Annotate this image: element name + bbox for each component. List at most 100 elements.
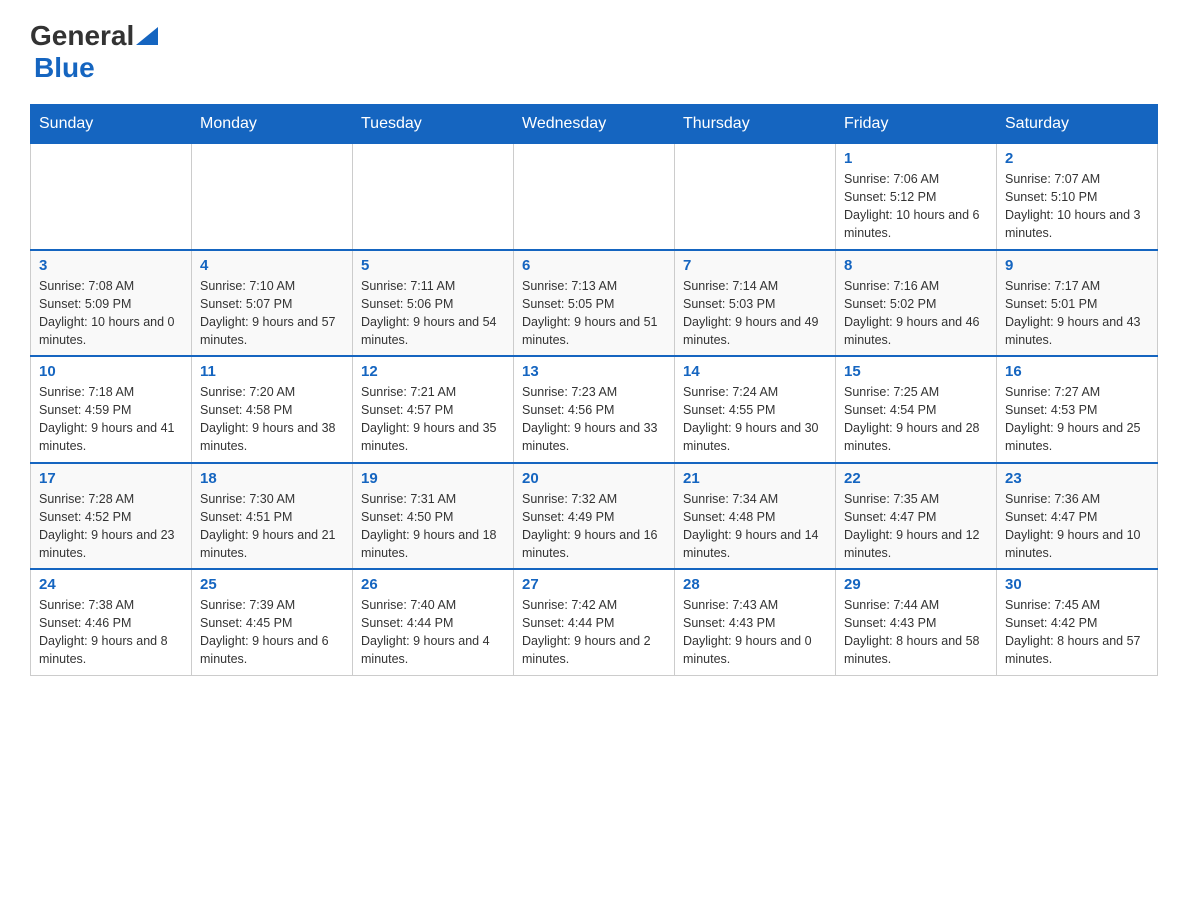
- calendar-day-cell: 21Sunrise: 7:34 AM Sunset: 4:48 PM Dayli…: [675, 463, 836, 570]
- day-number: 22: [844, 470, 988, 487]
- day-sun-info: Sunrise: 7:28 AM Sunset: 4:52 PM Dayligh…: [39, 490, 183, 563]
- weekday-header-sunday: Sunday: [31, 105, 192, 144]
- day-sun-info: Sunrise: 7:44 AM Sunset: 4:43 PM Dayligh…: [844, 596, 988, 669]
- day-sun-info: Sunrise: 7:21 AM Sunset: 4:57 PM Dayligh…: [361, 383, 505, 456]
- day-sun-info: Sunrise: 7:06 AM Sunset: 5:12 PM Dayligh…: [844, 170, 988, 243]
- calendar-day-cell: [192, 144, 353, 250]
- day-number: 3: [39, 257, 183, 274]
- calendar-day-cell: 17 Sunrise: 7:28 AM Sunset: 4:52 PM Dayli…: [31, 463, 192, 570]
- day-sun-info: Sunrise: 7:27 AM Sunset: 4:53 PM Dayligh…: [1005, 383, 1149, 456]
- day-number: 13: [522, 363, 666, 380]
- day-sun-info: Sunrise: 7:45 AM Sunset: 4:42 PM Dayligh…: [1005, 596, 1149, 669]
- day-number: 17: [39, 470, 183, 487]
- day-number: 19: [361, 470, 505, 487]
- day-number: 2: [1005, 150, 1149, 167]
- day-sun-info: Sunrise: 7:20 AM Sunset: 4:58 PM Dayligh…: [200, 383, 344, 456]
- day-sun-info: Sunrise: 7:43 AM Sunset: 4:43 PM Dayligh…: [683, 596, 827, 669]
- calendar-day-cell: 25 Sunrise: 7:39 AM Sunset: 4:45 PM Dayli…: [192, 569, 353, 675]
- day-number: 14: [683, 363, 827, 380]
- calendar-day-cell: 20 Sunrise: 7:32 AM Sunset: 4:49 PM Dayli…: [514, 463, 675, 570]
- weekday-header-saturday: Saturday: [997, 105, 1158, 144]
- calendar-day-cell: 9Sunrise: 7:17 AM Sunset: 5:01 PM Daylig…: [997, 250, 1158, 357]
- day-number: 10: [39, 363, 183, 380]
- calendar-day-cell: 7 Sunrise: 7:14 AM Sunset: 5:03 PM Daylig…: [675, 250, 836, 357]
- weekday-header-friday: Friday: [836, 105, 997, 144]
- calendar-week-row: 10Sunrise: 7:18 AM Sunset: 4:59 PM Dayli…: [31, 356, 1158, 463]
- calendar-day-cell: 1 Sunrise: 7:06 AM Sunset: 5:12 PM Daylig…: [836, 144, 997, 250]
- day-number: 25: [200, 576, 344, 593]
- day-sun-info: Sunrise: 7:23 AM Sunset: 4:56 PM Dayligh…: [522, 383, 666, 456]
- day-sun-info: Sunrise: 7:10 AM Sunset: 5:07 PM Dayligh…: [200, 277, 344, 350]
- calendar-day-cell: 12 Sunrise: 7:21 AM Sunset: 4:57 PM Dayli…: [353, 356, 514, 463]
- day-sun-info: Sunrise: 7:32 AM Sunset: 4:49 PM Dayligh…: [522, 490, 666, 563]
- calendar-day-cell: 13 Sunrise: 7:23 AM Sunset: 4:56 PM Dayli…: [514, 356, 675, 463]
- calendar-day-cell: 29 Sunrise: 7:44 AM Sunset: 4:43 PM Dayli…: [836, 569, 997, 675]
- day-sun-info: Sunrise: 7:24 AM Sunset: 4:55 PM Dayligh…: [683, 383, 827, 456]
- calendar-day-cell: 24Sunrise: 7:38 AM Sunset: 4:46 PM Dayli…: [31, 569, 192, 675]
- calendar-day-cell: 23 Sunrise: 7:36 AM Sunset: 4:47 PM Dayli…: [997, 463, 1158, 570]
- calendar-week-row: 1 Sunrise: 7:06 AM Sunset: 5:12 PM Daylig…: [31, 144, 1158, 250]
- day-sun-info: Sunrise: 7:40 AM Sunset: 4:44 PM Dayligh…: [361, 596, 505, 669]
- calendar-day-cell: 3 Sunrise: 7:08 AM Sunset: 5:09 PM Daylig…: [31, 250, 192, 357]
- calendar-day-cell: 5Sunrise: 7:11 AM Sunset: 5:06 PM Daylig…: [353, 250, 514, 357]
- day-sun-info: Sunrise: 7:31 AM Sunset: 4:50 PM Dayligh…: [361, 490, 505, 563]
- calendar-day-cell: 6 Sunrise: 7:13 AM Sunset: 5:05 PM Daylig…: [514, 250, 675, 357]
- calendar-day-cell: 26 Sunrise: 7:40 AM Sunset: 4:44 PM Dayli…: [353, 569, 514, 675]
- day-number: 27: [522, 576, 666, 593]
- calendar-week-row: 17 Sunrise: 7:28 AM Sunset: 4:52 PM Dayli…: [31, 463, 1158, 570]
- day-sun-info: Sunrise: 7:16 AM Sunset: 5:02 PM Dayligh…: [844, 277, 988, 350]
- page-header: General Blue: [30, 20, 1158, 84]
- calendar-week-row: 3 Sunrise: 7:08 AM Sunset: 5:09 PM Daylig…: [31, 250, 1158, 357]
- day-number: 11: [200, 363, 344, 380]
- weekday-header-thursday: Thursday: [675, 105, 836, 144]
- calendar-day-cell: 15Sunrise: 7:25 AM Sunset: 4:54 PM Dayli…: [836, 356, 997, 463]
- logo-blue: Blue: [34, 52, 95, 83]
- day-sun-info: Sunrise: 7:39 AM Sunset: 4:45 PM Dayligh…: [200, 596, 344, 669]
- day-number: 23: [1005, 470, 1149, 487]
- day-sun-info: Sunrise: 7:14 AM Sunset: 5:03 PM Dayligh…: [683, 277, 827, 350]
- calendar-day-cell: 14 Sunrise: 7:24 AM Sunset: 4:55 PM Dayli…: [675, 356, 836, 463]
- calendar-week-row: 24Sunrise: 7:38 AM Sunset: 4:46 PM Dayli…: [31, 569, 1158, 675]
- calendar-day-cell: 18 Sunrise: 7:30 AM Sunset: 4:51 PM Dayli…: [192, 463, 353, 570]
- calendar-day-cell: 27 Sunrise: 7:42 AM Sunset: 4:44 PM Dayli…: [514, 569, 675, 675]
- day-number: 26: [361, 576, 505, 593]
- day-sun-info: Sunrise: 7:08 AM Sunset: 5:09 PM Dayligh…: [39, 277, 183, 350]
- calendar-day-cell: 8 Sunrise: 7:16 AM Sunset: 5:02 PM Daylig…: [836, 250, 997, 357]
- calendar-day-cell: [31, 144, 192, 250]
- day-number: 5: [361, 257, 505, 274]
- weekday-header-monday: Monday: [192, 105, 353, 144]
- day-number: 6: [522, 257, 666, 274]
- weekday-header-tuesday: Tuesday: [353, 105, 514, 144]
- day-sun-info: Sunrise: 7:42 AM Sunset: 4:44 PM Dayligh…: [522, 596, 666, 669]
- calendar-day-cell: 22 Sunrise: 7:35 AM Sunset: 4:47 PM Dayli…: [836, 463, 997, 570]
- day-sun-info: Sunrise: 7:13 AM Sunset: 5:05 PM Dayligh…: [522, 277, 666, 350]
- day-number: 28: [683, 576, 827, 593]
- day-sun-info: Sunrise: 7:35 AM Sunset: 4:47 PM Dayligh…: [844, 490, 988, 563]
- logo: General Blue: [30, 20, 158, 84]
- day-sun-info: Sunrise: 7:07 AM Sunset: 5:10 PM Dayligh…: [1005, 170, 1149, 243]
- day-number: 8: [844, 257, 988, 274]
- calendar-day-cell: [675, 144, 836, 250]
- day-number: 29: [844, 576, 988, 593]
- day-number: 30: [1005, 576, 1149, 593]
- day-sun-info: Sunrise: 7:25 AM Sunset: 4:54 PM Dayligh…: [844, 383, 988, 456]
- weekday-header-row: SundayMondayTuesdayWednesdayThursdayFrid…: [31, 105, 1158, 144]
- day-number: 9: [1005, 257, 1149, 274]
- day-sun-info: Sunrise: 7:30 AM Sunset: 4:51 PM Dayligh…: [200, 490, 344, 563]
- calendar-day-cell: 19 Sunrise: 7:31 AM Sunset: 4:50 PM Dayli…: [353, 463, 514, 570]
- day-sun-info: Sunrise: 7:38 AM Sunset: 4:46 PM Dayligh…: [39, 596, 183, 669]
- calendar-day-cell: [514, 144, 675, 250]
- day-number: 12: [361, 363, 505, 380]
- day-number: 18: [200, 470, 344, 487]
- day-number: 20: [522, 470, 666, 487]
- calendar-day-cell: [353, 144, 514, 250]
- calendar-day-cell: 10Sunrise: 7:18 AM Sunset: 4:59 PM Dayli…: [31, 356, 192, 463]
- day-sun-info: Sunrise: 7:34 AM Sunset: 4:48 PM Dayligh…: [683, 490, 827, 563]
- calendar-table: SundayMondayTuesdayWednesdayThursdayFrid…: [30, 104, 1158, 676]
- day-number: 7: [683, 257, 827, 274]
- calendar-day-cell: 11 Sunrise: 7:20 AM Sunset: 4:58 PM Dayli…: [192, 356, 353, 463]
- day-number: 1: [844, 150, 988, 167]
- calendar-day-cell: 28 Sunrise: 7:43 AM Sunset: 4:43 PM Dayli…: [675, 569, 836, 675]
- day-sun-info: Sunrise: 7:36 AM Sunset: 4:47 PM Dayligh…: [1005, 490, 1149, 563]
- calendar-day-cell: 30 Sunrise: 7:45 AM Sunset: 4:42 PM Dayli…: [997, 569, 1158, 675]
